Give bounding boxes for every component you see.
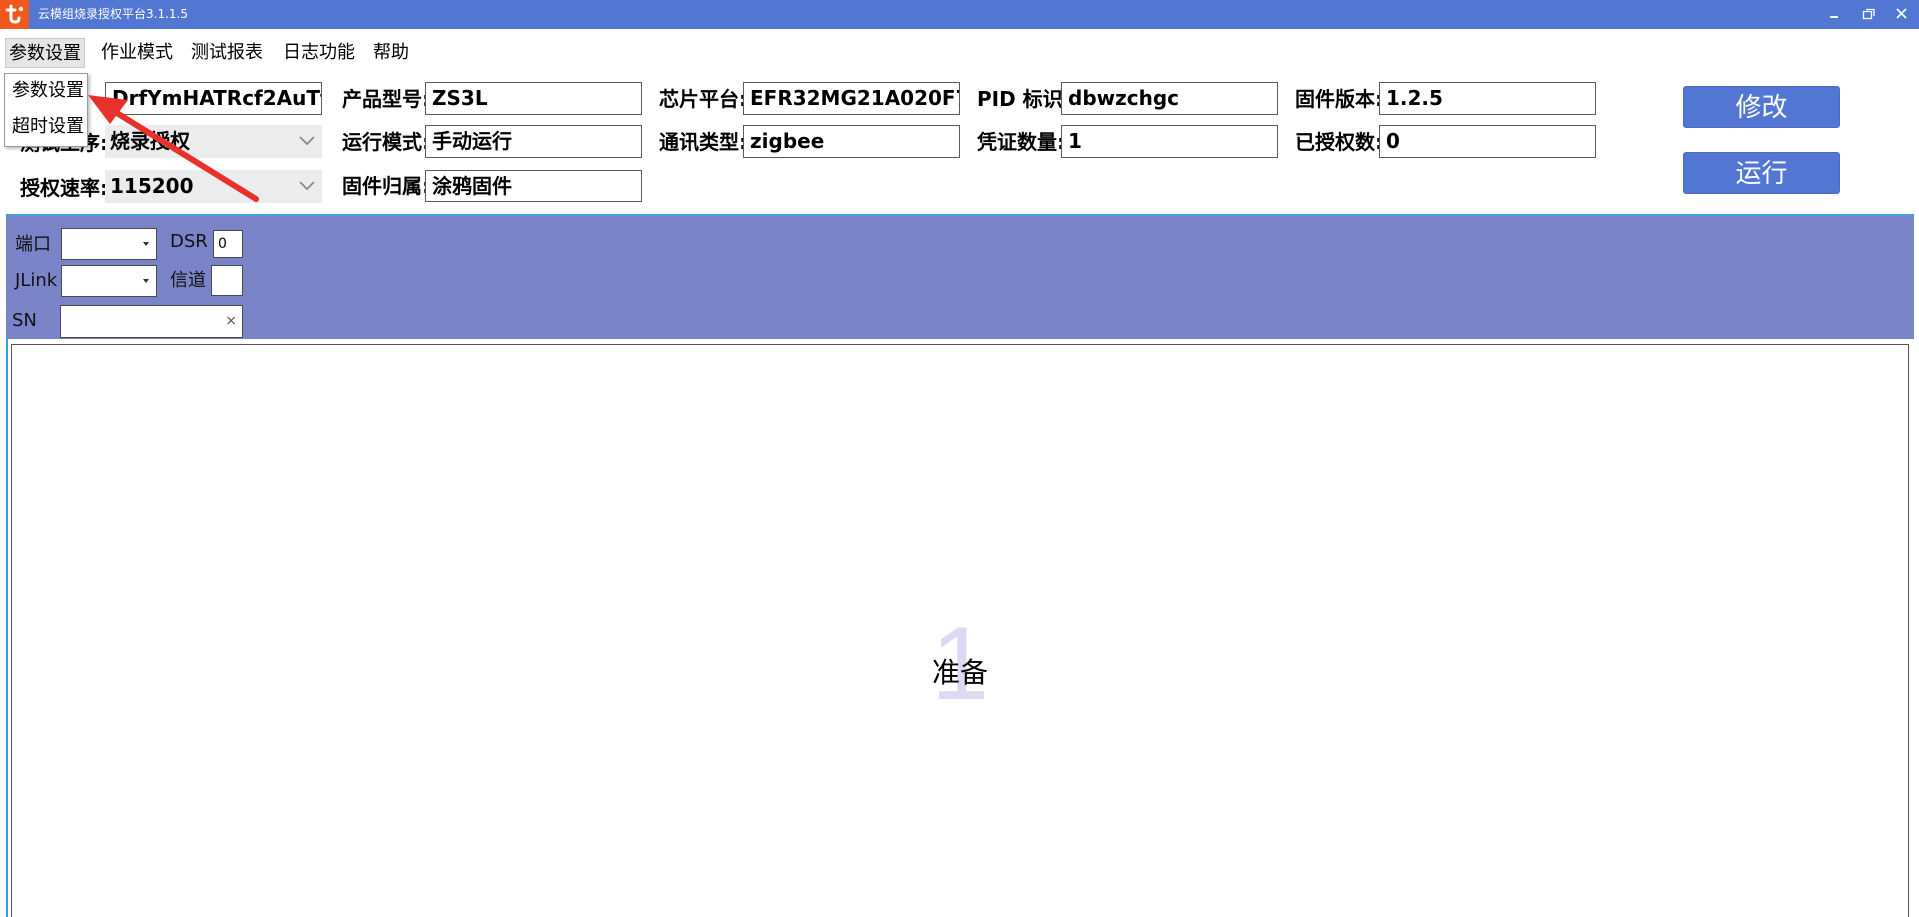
firmware-owner-label: 固件归属: xyxy=(342,174,430,198)
chip-platform-label: 芯片平台: xyxy=(659,87,747,111)
auth-rate-label: 授权速率: xyxy=(20,176,108,200)
channel-input[interactable] xyxy=(211,265,243,296)
credential-count-field[interactable]: 1 xyxy=(1061,125,1278,158)
chevron-down-icon xyxy=(299,181,315,191)
status-text: 准备 xyxy=(931,656,988,689)
run-button[interactable]: 运行 xyxy=(1683,152,1840,194)
dsr-label: DSR xyxy=(170,231,208,252)
product-model-field[interactable]: ZS3L xyxy=(425,82,642,115)
dropdown-item-param-settings[interactable]: 参数设置 xyxy=(12,77,84,105)
clear-icon[interactable]: × xyxy=(225,313,237,329)
token-field[interactable]: DrfYmHATRcf2AuTt xyxy=(105,82,322,115)
run-mode-label: 运行模式: xyxy=(342,130,430,154)
channel-label: 信道 xyxy=(170,270,206,291)
test-process-value: 烧录授权 xyxy=(110,129,190,153)
auth-rate-value: 115200 xyxy=(110,174,194,198)
restore-icon[interactable] xyxy=(1854,0,1884,29)
chevron-down-icon xyxy=(299,136,315,146)
firmware-owner-field[interactable]: 涂鸦固件 xyxy=(425,170,642,202)
credential-count-label: 凭证数量: xyxy=(977,130,1065,154)
modify-button[interactable]: 修改 xyxy=(1683,86,1840,128)
run-mode-field[interactable]: 手动运行 xyxy=(425,125,642,158)
comm-type-field[interactable]: zigbee xyxy=(743,125,960,158)
chip-platform-field[interactable]: EFR32MG21A020F768 xyxy=(743,82,960,115)
test-process-select[interactable]: 烧录授权 xyxy=(105,125,322,158)
device-panel: 端口 DSR 0 JLink 信道 SN × xyxy=(6,214,1914,339)
sn-label: SN xyxy=(12,310,37,331)
menu-log-function[interactable]: 日志功能 xyxy=(280,38,358,68)
port-select[interactable] xyxy=(61,228,157,260)
dsr-input[interactable]: 0 xyxy=(213,230,243,258)
comm-type-label: 通讯类型: xyxy=(659,130,747,154)
auth-rate-select[interactable]: 115200 xyxy=(105,170,322,203)
firmware-version-label: 固件版本: xyxy=(1295,87,1383,111)
menu-help[interactable]: 帮助 xyxy=(370,38,412,68)
title-bar: 云模组烧录授权平台3.1.1.5 xyxy=(0,0,1919,29)
pid-label: PID 标识: xyxy=(977,87,1071,111)
window-title: 云模组烧录授权平台3.1.1.5 xyxy=(38,7,188,21)
jlink-select[interactable] xyxy=(61,265,157,297)
dropdown-item-timeout-settings[interactable]: 超时设置 xyxy=(12,113,84,141)
firmware-version-field[interactable]: 1.2.5 xyxy=(1379,82,1596,115)
jlink-label: JLink xyxy=(15,270,58,291)
menu-param-settings[interactable]: 参数设置 xyxy=(5,38,85,68)
param-settings-dropdown: 参数设置 超时设置 xyxy=(4,73,88,147)
authorized-count-field[interactable]: 0 xyxy=(1379,125,1596,158)
authorized-count-label: 已授权数: xyxy=(1295,130,1383,154)
panel-border xyxy=(6,339,8,917)
menu-bar: 参数设置 作业模式 测试报表 日志功能 帮助 xyxy=(0,29,1919,75)
minimize-icon[interactable] xyxy=(1819,0,1849,29)
sn-input[interactable]: × xyxy=(60,305,243,338)
product-model-label: 产品型号: xyxy=(342,87,430,111)
menu-test-report[interactable]: 测试报表 xyxy=(188,38,266,68)
tuya-logo-icon xyxy=(0,0,29,29)
close-icon[interactable] xyxy=(1887,0,1917,29)
dropdown-arrow-icon xyxy=(143,279,149,283)
pid-field[interactable]: dbwzchgc xyxy=(1061,82,1278,115)
menu-work-mode[interactable]: 作业模式 xyxy=(98,38,176,68)
dropdown-arrow-icon xyxy=(143,242,149,246)
status-display: 1 准备 xyxy=(11,344,1909,917)
port-label: 端口 xyxy=(15,234,51,255)
